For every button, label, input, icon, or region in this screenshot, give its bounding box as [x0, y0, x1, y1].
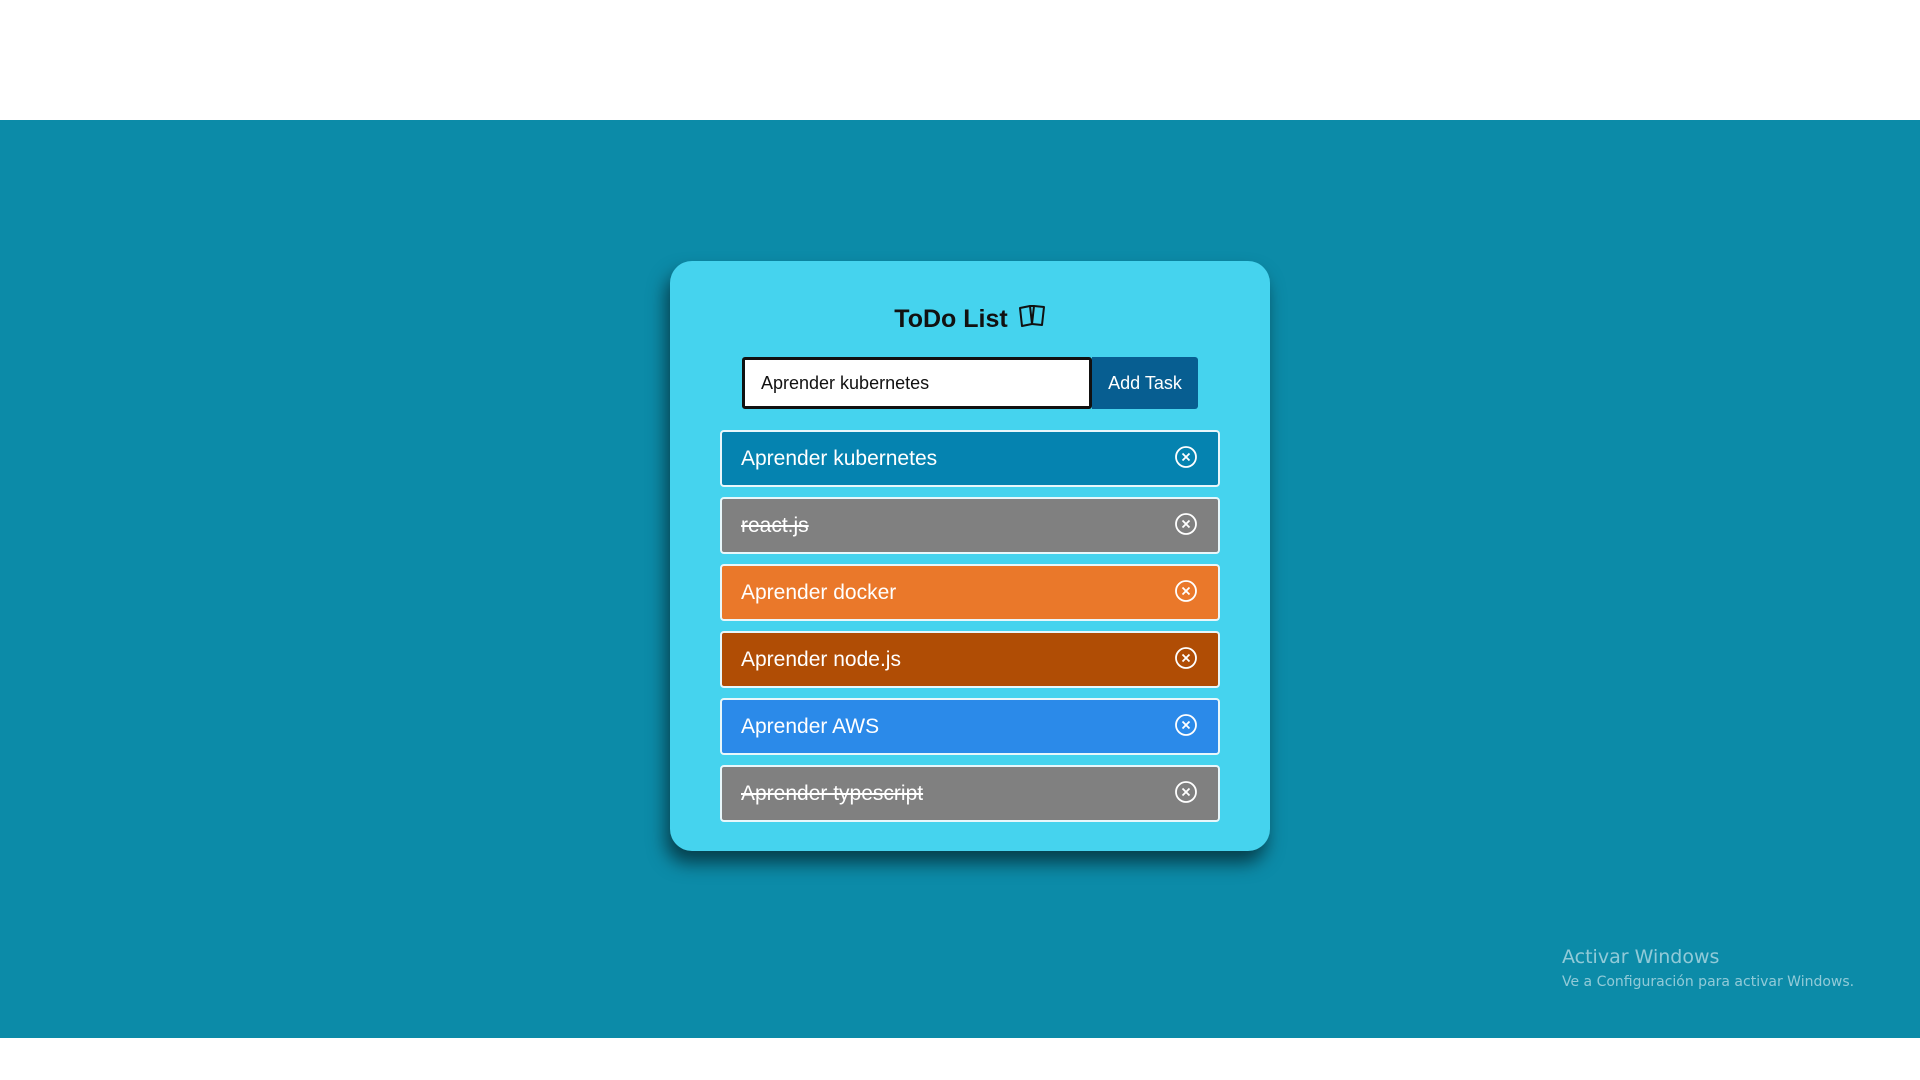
todo-card: ToDo List Add Task Aprender kubernetes re…	[670, 261, 1270, 851]
task-item[interactable]: Aprender docker	[720, 564, 1220, 621]
watermark-subtitle: Ve a Configuración para activar Windows.	[1562, 974, 1855, 990]
add-task-form: Add Task	[742, 357, 1198, 409]
windows-activation-watermark: Activar Windows Ve a Configuración para …	[1562, 946, 1854, 990]
watermark-title: Activar Windows	[1562, 946, 1720, 968]
task-input[interactable]	[742, 357, 1092, 409]
close-circle-icon[interactable]	[1174, 713, 1198, 737]
task-item[interactable]: Aprender typescript	[720, 765, 1220, 822]
task-item[interactable]: Aprender node.js	[720, 631, 1220, 688]
page-title: ToDo List	[894, 305, 1008, 333]
task-item[interactable]: Aprender kubernetes	[720, 430, 1220, 487]
task-item[interactable]: react.js	[720, 497, 1220, 554]
close-circle-icon[interactable]	[1174, 579, 1198, 603]
task-text: Aprender typescript	[741, 781, 924, 805]
task-text: Aprender docker	[741, 580, 897, 604]
task-text: Aprender AWS	[741, 714, 880, 738]
add-task-button[interactable]: Add Task	[1092, 357, 1198, 409]
bottom-band	[0, 1038, 1920, 1080]
task-list: Aprender kubernetes react.js Aprender dock…	[720, 430, 1220, 832]
task-item[interactable]: Aprender AWS	[720, 698, 1220, 755]
task-text: Aprender node.js	[741, 647, 901, 671]
top-band	[0, 0, 1920, 120]
close-circle-icon[interactable]	[1174, 512, 1198, 536]
close-circle-icon[interactable]	[1174, 445, 1198, 469]
task-text: react.js	[741, 513, 809, 537]
close-circle-icon[interactable]	[1174, 646, 1198, 670]
task-text: Aprender kubernetes	[741, 446, 938, 470]
close-circle-icon[interactable]	[1174, 780, 1198, 804]
title-row: ToDo List	[670, 304, 1270, 334]
book-icon	[1018, 304, 1046, 328]
